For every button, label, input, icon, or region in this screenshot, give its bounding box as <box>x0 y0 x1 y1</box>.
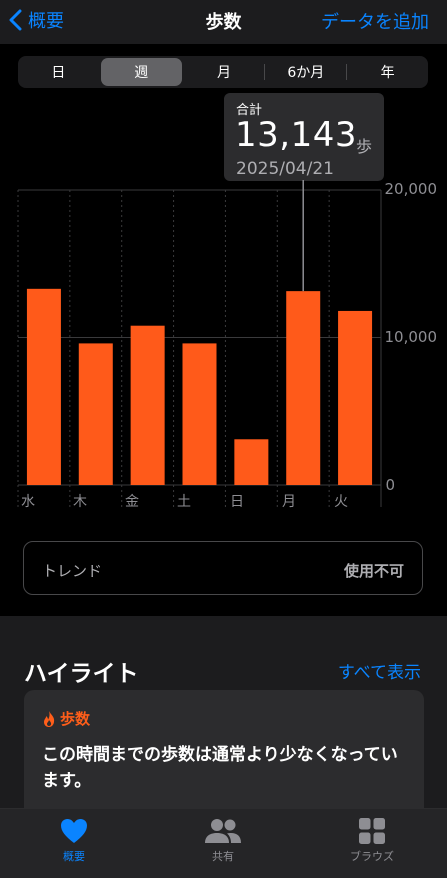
trend-card[interactable]: トレンド 使用不可 <box>23 541 423 595</box>
tab-label: 共有 <box>212 850 234 863</box>
x-tick-label: 水 <box>21 494 35 510</box>
segment-label: 月 <box>216 65 231 81</box>
highlight-text: この時間までの歩数は通常より少なくなっています。 <box>42 745 398 791</box>
bar <box>26 288 61 485</box>
bar <box>78 343 113 485</box>
tab-label: ブラウズ <box>350 850 394 863</box>
tooltip-unit: 歩 <box>356 137 373 156</box>
segment-week[interactable]: 週 <box>100 58 182 86</box>
steps-chart-svg <box>17 180 382 507</box>
tab-bar: 概要 共有 ブラウズ <box>0 808 447 878</box>
tab-label: 概要 <box>63 850 85 863</box>
bar <box>338 310 373 485</box>
tooltip-value: 13,143 <box>235 115 357 155</box>
tab-browse[interactable]: ブラウズ <box>312 817 432 864</box>
trend-value: 使用不可 <box>343 562 404 580</box>
tooltip-date: 2025/04/21 <box>236 159 334 179</box>
tab-summary[interactable]: 概要 <box>14 817 134 864</box>
x-tick-label: 木 <box>73 494 87 510</box>
segment-year[interactable]: 年 <box>347 56 428 88</box>
show-all-link[interactable]: すべて表示 <box>338 658 421 683</box>
segment-label: 6か月 <box>287 65 325 81</box>
period-segmented-control: 日 週 月 6か月 年 <box>18 56 428 88</box>
highlight-category: 歩数 <box>42 708 90 729</box>
segment-six-months[interactable]: 6か月 <box>265 56 346 88</box>
x-tick-label: 日 <box>230 494 244 510</box>
segment-label: 週 <box>134 65 149 81</box>
segment-month[interactable]: 月 <box>184 56 265 88</box>
segment-label: 日 <box>51 65 66 81</box>
add-data-button[interactable]: データを追加 <box>321 8 429 34</box>
y-tick-label: 0 <box>385 476 395 494</box>
bar <box>130 325 165 485</box>
y-tick-label: 10,000 <box>384 328 438 346</box>
navigation-bar: 概要 歩数 データを追加 <box>0 0 447 44</box>
x-tick-label: 月 <box>282 494 296 510</box>
x-tick-label: 金 <box>125 494 139 510</box>
heart-icon <box>61 819 87 843</box>
y-tick-label: 20,000 <box>384 180 438 198</box>
trend-label: トレンド <box>42 562 103 580</box>
steps-chart[interactable]: 20,000 10,000 0 水 木 金 土 日 月 火 <box>0 180 447 520</box>
bar <box>182 343 217 485</box>
highlight-category-label: 歩数 <box>60 710 91 728</box>
flame-icon <box>44 710 55 727</box>
highlights-title: ハイライト <box>24 661 139 687</box>
segment-day[interactable]: 日 <box>18 56 99 88</box>
x-tick-label: 火 <box>334 494 348 510</box>
bar <box>286 291 321 485</box>
segment-label: 年 <box>380 65 395 81</box>
tab-sharing[interactable]: 共有 <box>163 817 283 864</box>
grid-icon <box>359 818 385 844</box>
bar <box>234 439 269 485</box>
x-tick-label: 土 <box>177 494 191 510</box>
people-icon <box>205 819 241 843</box>
selection-tooltip: 合計 13,143 歩 2025/04/21 <box>224 93 384 181</box>
